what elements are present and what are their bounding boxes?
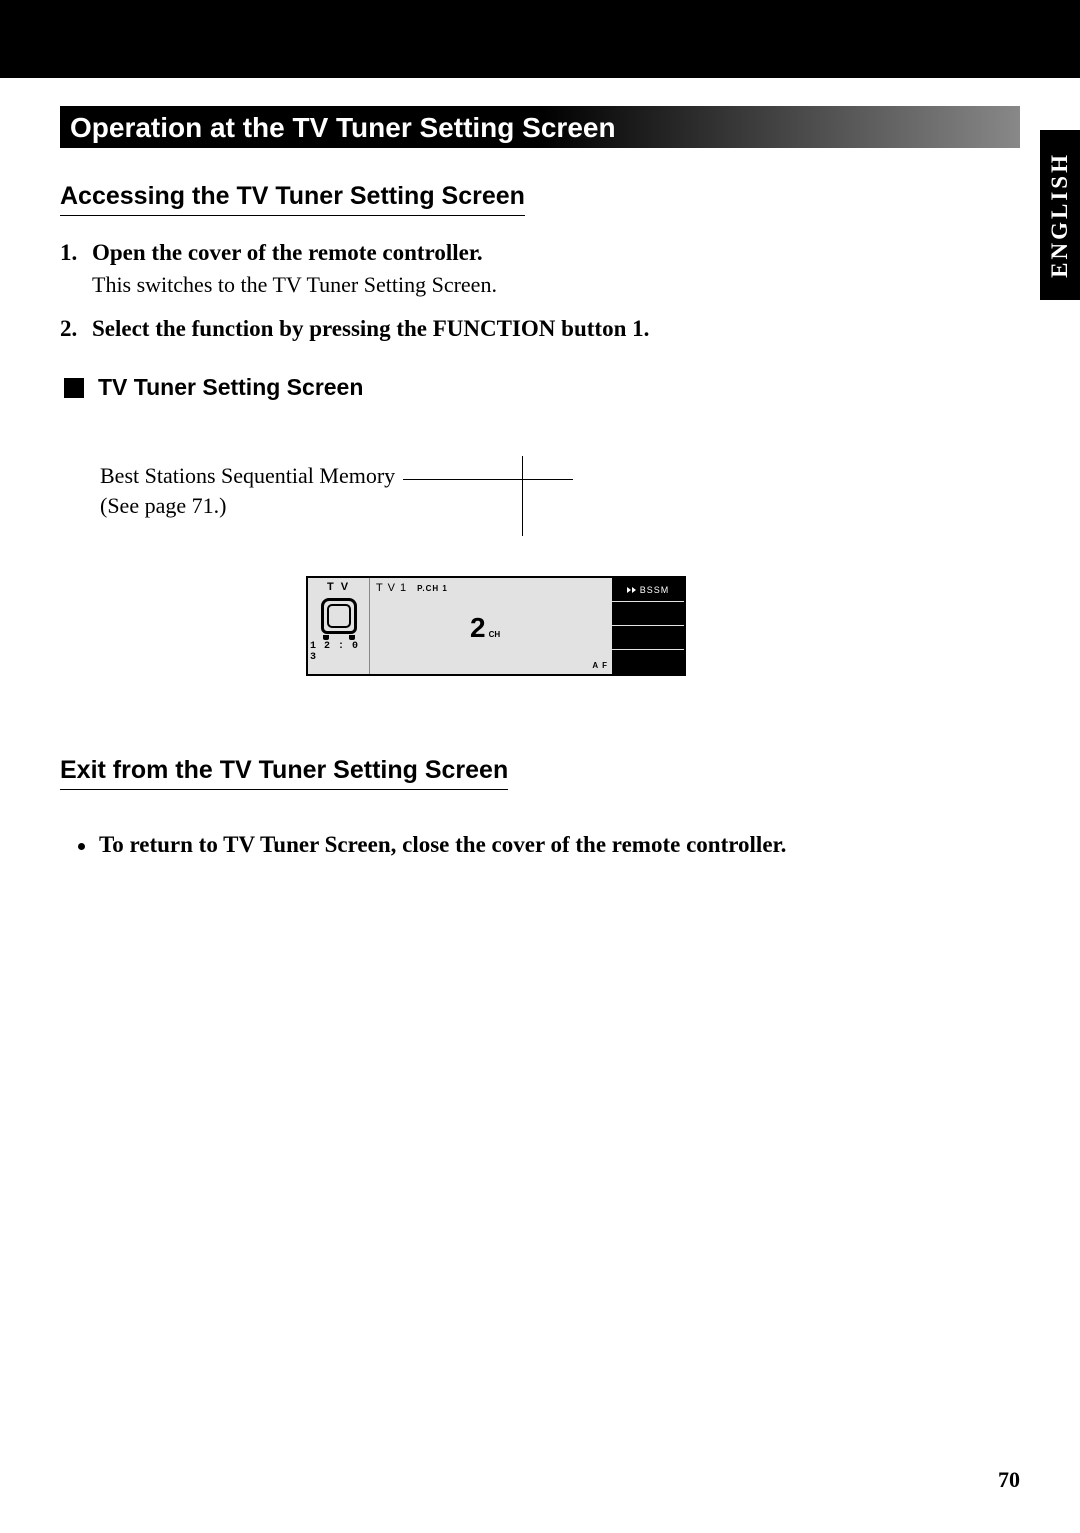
channel-display: 2 CH — [470, 612, 500, 644]
tv1-label: T V 1 — [376, 582, 407, 594]
annotation-line1: Best Stations Sequential Memory — [100, 461, 395, 491]
exit-bullet-text: To return to TV Tuner Screen, close the … — [99, 832, 786, 858]
screen-right-panel: BSSM — [612, 578, 684, 674]
exit-heading: Exit from the TV Tuner Setting Screen — [60, 756, 508, 790]
language-tab: ENGLISH — [1040, 130, 1080, 300]
language-tab-text: ENGLISH — [1047, 152, 1073, 278]
step-2-text: Select the function by pressing the FUNC… — [92, 316, 649, 342]
bullet-dot-icon — [78, 843, 85, 850]
screen-box: T V 1 2 : 0 3 T V 1 P.CH 1 2 — [306, 576, 686, 676]
tuner-screen-label-row: TV Tuner Setting Screen — [60, 374, 1020, 401]
tv-label: T V — [327, 581, 350, 593]
connector-line-icon — [403, 479, 573, 480]
top-black-bar — [0, 0, 1080, 78]
step-2: 2. Select the function by pressing the F… — [60, 316, 1020, 342]
exit-section: Exit from the TV Tuner Setting Screen To… — [60, 756, 1020, 858]
channel-label: CH — [489, 630, 501, 639]
tuner-screen-label: TV Tuner Setting Screen — [98, 374, 363, 401]
filled-square-bullet-icon — [64, 378, 84, 398]
exit-bullet-row: To return to TV Tuner Screen, close the … — [60, 832, 1020, 858]
annotation-block: Best Stations Sequential Memory (See pag… — [100, 461, 1020, 520]
page-content: Operation at the TV Tuner Setting Screen… — [0, 78, 1080, 858]
step-1: 1. Open the cover of the remote controll… — [60, 240, 1020, 266]
right-slot-3 — [612, 626, 684, 650]
af-label: A F — [592, 661, 608, 670]
clock-display: 1 2 : 0 3 — [310, 641, 367, 663]
accessing-section: Accessing the TV Tuner Setting Screen 1.… — [60, 182, 1020, 676]
tv-icon — [319, 596, 359, 636]
screen-illustration: T V 1 2 : 0 3 T V 1 P.CH 1 2 — [306, 576, 1020, 676]
accessing-heading: Accessing the TV Tuner Setting Screen — [60, 182, 525, 216]
page-number: 70 — [998, 1467, 1020, 1493]
channel-number: 2 — [470, 612, 486, 644]
pch-label: P.CH 1 — [417, 584, 448, 593]
bssm-button: BSSM — [612, 578, 684, 602]
connector-vertical-icon — [522, 456, 523, 536]
step-1-text: Open the cover of the remote controller. — [92, 240, 483, 266]
section-title: Operation at the TV Tuner Setting Screen — [60, 106, 1020, 148]
right-slot-2 — [612, 602, 684, 626]
step-1-number: 1. — [60, 240, 92, 266]
screen-left-panel: T V 1 2 : 0 3 — [308, 578, 370, 674]
right-slot-4 — [612, 650, 684, 674]
annotation-line2: (See page 71.) — [100, 491, 1020, 521]
double-play-icon — [627, 587, 636, 593]
step-1-note: This switches to the TV Tuner Setting Sc… — [92, 272, 1020, 298]
step-2-number: 2. — [60, 316, 92, 342]
bssm-label: BSSM — [640, 585, 670, 595]
screen-mid-panel: T V 1 P.CH 1 2 CH A F — [370, 578, 612, 674]
